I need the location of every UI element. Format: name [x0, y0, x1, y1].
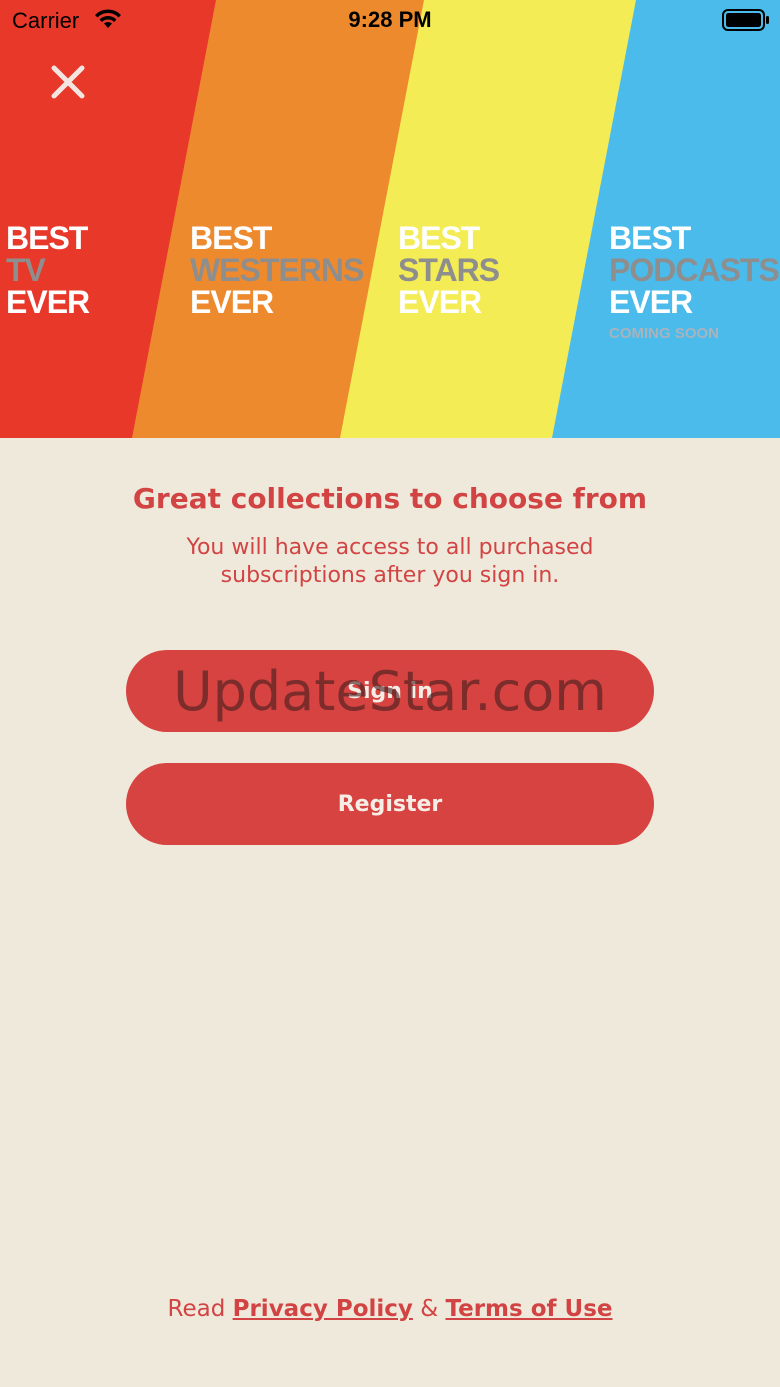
page-subtitle: You will have access to all purchased su… — [186, 535, 594, 588]
promo-block-westerns: BEST WESTERNS EVER — [190, 220, 364, 320]
register-button[interactable]: Register — [126, 763, 654, 845]
promo-line: BEST — [190, 220, 272, 256]
hero-banner: BEST TV EVER BEST WESTERNS EVER BEST STA… — [0, 0, 780, 438]
status-bar: Carrier 9:28 PM — [0, 0, 780, 40]
footer-read-label: Read — [167, 1296, 226, 1322]
register-label: Register — [337, 791, 443, 817]
promo-line: EVER — [190, 284, 274, 320]
terms-of-use-link[interactable]: Terms of Use — [445, 1296, 612, 1322]
battery-icon — [722, 9, 770, 36]
promo-line: EVER — [609, 284, 693, 320]
promo-block-stars: BEST STARS EVER — [398, 220, 500, 320]
promo-line: PODCASTS — [609, 252, 780, 288]
color-stripes — [0, 0, 780, 438]
promo-line: TV — [6, 252, 46, 288]
footer-ampersand: & — [420, 1296, 439, 1322]
privacy-policy-link[interactable]: Privacy Policy — [233, 1296, 413, 1322]
sign-in-button[interactable]: Sign in — [126, 650, 654, 732]
footer-links: Read Privacy Policy & Terms of Use — [0, 1296, 780, 1322]
status-time: 9:28 PM — [348, 7, 432, 32]
close-button[interactable] — [48, 62, 88, 102]
promo-line: WESTERNS — [190, 252, 364, 288]
promo-line: EVER — [398, 284, 482, 320]
sign-in-label: Sign in — [347, 678, 433, 704]
promo-line: EVER — [6, 284, 90, 320]
promo-line: BEST — [398, 220, 480, 256]
coming-soon-label: COMING SOON — [609, 325, 720, 342]
promo-block-tv: BEST TV EVER — [6, 220, 90, 320]
promo-line: BEST — [609, 220, 691, 256]
promo-line: BEST — [6, 220, 88, 256]
promo-line: STARS — [398, 252, 500, 288]
close-icon — [51, 65, 85, 99]
page-title: Great collections to choose from — [132, 482, 648, 515]
promo-block-podcasts: BEST PODCASTS EVER COMING SOON — [609, 220, 780, 344]
